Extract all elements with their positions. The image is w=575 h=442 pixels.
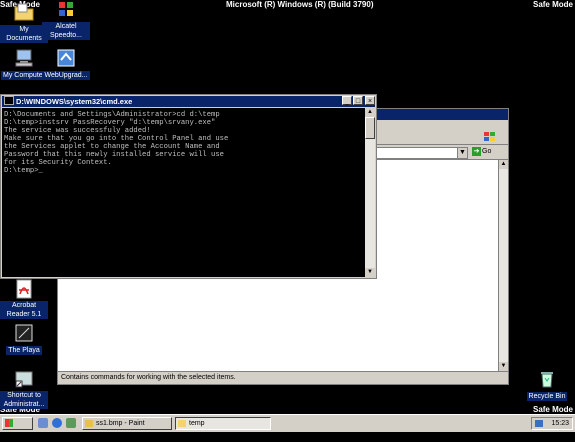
shortcut-icon <box>14 369 34 389</box>
desktop-icon-my-documents[interactable]: My Documents <box>0 3 48 43</box>
cmd-vertical-scrollbar[interactable]: ▲ ▼ <box>365 108 375 277</box>
shortcut-icon <box>14 323 34 343</box>
console-line: Make sure that you go into the Control P… <box>4 135 229 143</box>
desktop-icon-webupgrade[interactable]: WebUpgrad... <box>42 48 90 80</box>
scroll-thumb[interactable] <box>365 117 375 139</box>
console-line: D:\Documents and Settings\Administrator>… <box>4 111 220 119</box>
desktop-icon-the-playa[interactable]: The Playa <box>0 323 48 355</box>
safe-mode-label-top-right: Safe Mode <box>532 0 573 9</box>
internet-explorer-icon[interactable] <box>52 418 62 428</box>
console-line: D:\temp>_ <box>4 167 43 175</box>
folder-icon <box>178 420 186 427</box>
cmd-titlebar[interactable]: D:\WINDOWS\system32\cmd.exe <box>2 96 375 107</box>
console-line: the Services applet to change the Accoun… <box>4 143 220 151</box>
desktop-icon-shortcut-administrator[interactable]: Shortcut to Administrat... <box>0 369 48 409</box>
explorer-status-bar: Contains commands for working with the s… <box>58 371 508 384</box>
console-line: Password that this newly installed servi… <box>4 151 224 159</box>
windows-logo-icon <box>482 132 498 142</box>
recycle-bin-icon <box>537 369 557 389</box>
taskbar-item-temp[interactable]: temp <box>175 417 271 430</box>
console-icon <box>4 96 14 105</box>
desktop-icon-acrobat-reader[interactable]: Acrobat Reader 5.1 <box>0 279 48 319</box>
minimize-button[interactable]: _ <box>342 96 352 105</box>
console-line: for its Security Context. <box>4 159 112 167</box>
computer-icon <box>14 48 34 68</box>
windows-flag-icon <box>5 419 13 427</box>
safe-mode-label-bottom-right: Safe Mode <box>532 405 573 414</box>
close-button[interactable]: × <box>365 96 375 105</box>
scroll-up-icon[interactable]: ▲ <box>365 108 375 117</box>
cmd-window-title: D:\WINDOWS\system32\cmd.exe <box>16 97 133 106</box>
clock[interactable]: 15:23 <box>551 418 569 430</box>
paint-icon <box>85 420 93 427</box>
show-desktop-icon[interactable] <box>38 418 48 428</box>
system-tray: 15:23 <box>531 417 573 430</box>
console-line: The service was successfuly added! <box>4 127 151 135</box>
modem-icon <box>56 0 76 20</box>
address-input[interactable]: ▼ <box>376 147 468 159</box>
scroll-down-icon[interactable]: ▼ <box>365 268 375 277</box>
scroll-down-icon[interactable]: ▼ <box>499 362 508 371</box>
explorer-vertical-scrollbar[interactable]: ▲ ▼ <box>498 160 508 371</box>
chevron-down-icon[interactable]: ▼ <box>457 148 467 158</box>
folder-icon <box>14 3 34 23</box>
cmd-window[interactable]: D:\WINDOWS\system32\cmd.exe _ □ × D:\Docum… <box>0 94 377 279</box>
go-arrow-icon: ➔ <box>472 147 481 156</box>
taskbar: Start ss1.bmp - Paint temp 15:23 <box>0 414 575 440</box>
desktop-icon-my-computer[interactable]: My Computer <box>0 48 48 80</box>
start-button[interactable]: Start <box>2 417 33 440</box>
go-button[interactable]: ➔ Go <box>472 147 496 157</box>
globe-icon <box>56 48 76 68</box>
quick-launch-icon[interactable] <box>66 418 76 428</box>
taskbar-item-paint[interactable]: ss1.bmp - Paint <box>82 417 172 430</box>
console-line: D:\temp>instsrv PassRecovery "d:\temp\sr… <box>4 119 216 127</box>
console-output[interactable]: D:\Documents and Settings\Administrator>… <box>2 108 365 277</box>
scroll-up-icon[interactable]: ▲ <box>499 160 508 169</box>
acrobat-icon <box>14 279 34 299</box>
cmd-window-controls: _ □ × <box>341 96 375 105</box>
os-build-title: Microsoft (R) Windows (R) (Build 3790) <box>226 0 374 9</box>
network-icon[interactable] <box>535 420 543 427</box>
desktop-icon-alcatel-speedtouch[interactable]: Alcatel Speedto... <box>42 0 90 40</box>
maximize-button[interactable]: □ <box>353 96 363 105</box>
desktop-icon-recycle-bin[interactable]: Recycle Bin <box>523 369 571 401</box>
